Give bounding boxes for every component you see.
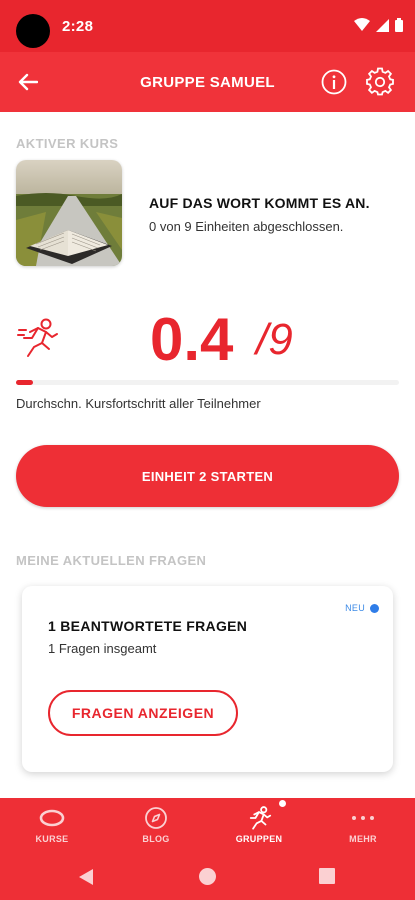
course-progress-text: 0 von 9 Einheiten abgeschlossen. — [149, 219, 344, 234]
questions-card: NEU 1 BEANTWORTETE FRAGEN 1 Fragen insge… — [22, 586, 393, 772]
info-icon — [321, 69, 347, 95]
questions-section-label: MEINE AKTUELLEN FRAGEN — [16, 553, 207, 568]
info-button[interactable] — [320, 68, 348, 96]
page-title: GRUPPE SAMUEL — [140, 74, 275, 91]
answered-questions-title: 1 BEANTWORTETE FRAGEN — [48, 618, 248, 634]
total-units: /9 — [256, 315, 293, 364]
app-bar: GRUPPE SAMUEL — [0, 52, 415, 112]
course-title: AUF DAS WORT KOMMT ES AN. — [149, 195, 370, 211]
settings-button[interactable] — [365, 67, 395, 97]
gear-icon — [366, 67, 394, 96]
nav-item-gruppen[interactable]: GRUPPEN — [207, 798, 311, 856]
system-back-button[interactable] — [78, 868, 94, 891]
camera-cutout — [16, 14, 50, 48]
system-recents-button[interactable] — [319, 868, 335, 884]
course-ring-icon — [39, 805, 65, 831]
average-progress-value: 0.4 — [150, 306, 234, 373]
nav-label-blog: BLOG — [142, 834, 170, 844]
nav-label-mehr: MEHR — [349, 834, 377, 844]
triangle-back-icon — [79, 869, 93, 885]
active-course-card[interactable]: AUF DAS WORT KOMMT ES AN. 0 von 9 Einhei… — [16, 160, 399, 268]
status-time: 2:28 — [62, 18, 94, 35]
progress-caption: Durchschn. Kursfortschritt aller Teilneh… — [16, 396, 261, 411]
new-indicator-dot — [370, 603, 379, 613]
nav-item-kurse[interactable]: KURSE — [0, 798, 104, 856]
active-course-label: AKTIVER KURS — [16, 136, 119, 151]
start-unit-button[interactable]: EINHEIT 2 STARTEN — [16, 445, 399, 507]
new-badge: NEU — [345, 603, 379, 613]
course-thumbnail — [16, 160, 122, 266]
system-navigation-bar — [0, 856, 415, 900]
runner-group-icon — [246, 805, 272, 831]
more-dots-icon — [350, 805, 376, 831]
status-bar: 2:28 — [0, 0, 415, 52]
system-icons — [354, 18, 403, 37]
progress-bar-fill — [16, 380, 33, 385]
compass-icon — [143, 805, 169, 831]
new-badge-label: NEU — [345, 603, 365, 613]
average-progress: 0.4 /9 Durchschn. Kursfortschritt aller … — [16, 300, 399, 420]
progress-bar — [16, 380, 399, 385]
show-questions-button[interactable]: FRAGEN ANZEIGEN — [48, 690, 238, 736]
nav-item-blog[interactable]: BLOG — [104, 798, 208, 856]
nav-label-gruppen: GRUPPEN — [235, 834, 283, 844]
nav-item-mehr[interactable]: MEHR — [311, 798, 415, 856]
battery-icon — [395, 18, 403, 37]
bottom-navigation: KURSE BLOG GRUPPEN MEHR — [0, 798, 415, 856]
gruppen-notification-dot — [279, 800, 286, 807]
cell-signal-icon — [376, 18, 389, 37]
system-home-button[interactable] — [199, 868, 216, 885]
questions-total-text: 1 Fragen insgeamt — [48, 641, 157, 656]
runner-icon — [16, 316, 60, 360]
nav-label-kurse: KURSE — [35, 834, 69, 844]
wifi-icon — [354, 18, 370, 37]
